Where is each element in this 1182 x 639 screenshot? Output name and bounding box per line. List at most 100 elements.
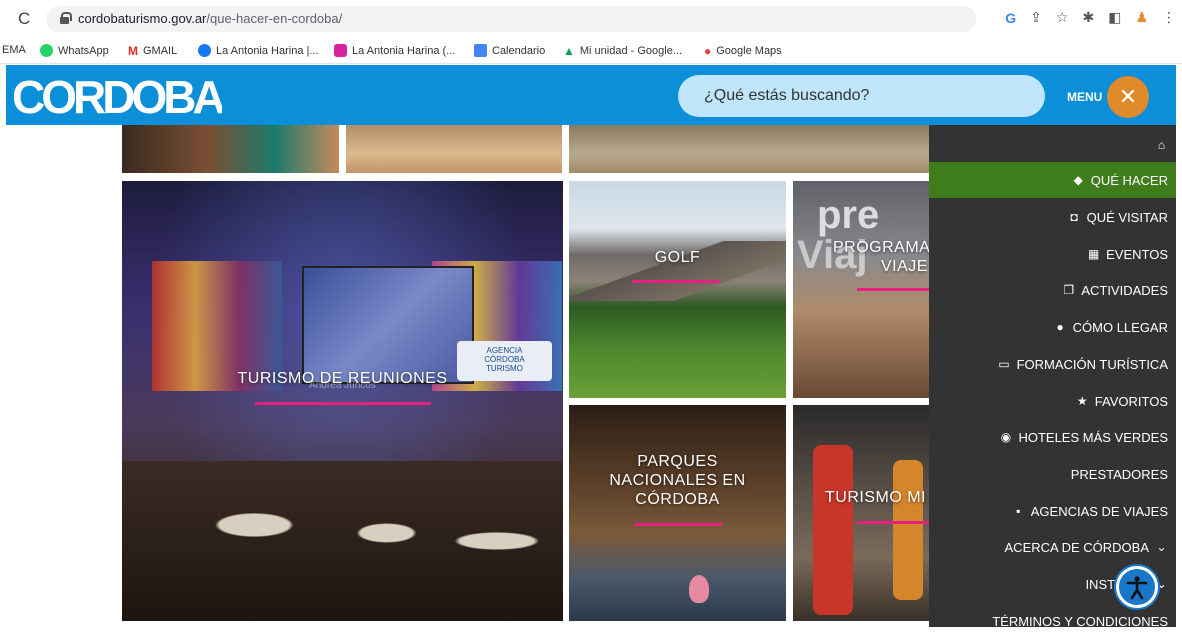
reload-icon[interactable]: C: [18, 9, 30, 29]
tile-title-line: CÓRDOBA: [635, 491, 720, 508]
tag-icon: ◆: [1073, 173, 1083, 187]
calendar-icon: ▦: [1087, 247, 1100, 261]
tile-programa-viaje[interactable]: pre Viaj PROGRAMA VIAJE: [793, 181, 929, 398]
instagram-icon: [334, 44, 347, 57]
tile-subtitle: Andrea Juncos: [309, 380, 376, 391]
tile-underline: [857, 288, 929, 291]
close-menu-button[interactable]: ✕: [1107, 76, 1149, 118]
profile-icon[interactable]: ♟: [1135, 9, 1148, 26]
tile-underline: [634, 523, 722, 526]
tile-title-line: PARQUES: [637, 453, 718, 470]
side-menu: ⌂ ◆ QUÉ HACER ◘ QUÉ VISITAR ▦ EVENTOS ❐ …: [929, 125, 1176, 629]
site-header: CORDOBA MENU ✕: [6, 65, 1176, 125]
menu-item-actividades[interactable]: ❐ ACTIVIDADES: [929, 272, 1176, 308]
address-bar[interactable]: cordobaturismo.gov.ar/que-hacer-en-cordo…: [46, 6, 976, 32]
tile-golf[interactable]: GOLF: [569, 181, 786, 398]
tile-bg-text: pre: [817, 193, 880, 237]
bookmark-ema[interactable]: EMA: [2, 44, 26, 56]
url-domain: cordobaturismo.gov.ar: [78, 11, 207, 26]
calendar-icon: [474, 44, 487, 57]
url-path: /que-hacer-en-cordoba/: [206, 11, 343, 26]
person-image: [813, 445, 853, 615]
bookmark-label: Mi unidad - Google...: [579, 45, 683, 57]
accessibility-icon: [1126, 576, 1148, 600]
bookmark-label: Google Maps: [716, 45, 782, 57]
menu-label[interactable]: MENU: [1067, 90, 1102, 104]
bookmark-label: GMAIL: [143, 45, 178, 57]
bookmark-calendario[interactable]: Calendario: [474, 44, 545, 57]
menu-item-que-visitar[interactable]: ◘ QUÉ VISITAR: [929, 199, 1176, 235]
cordoba-logo[interactable]: CORDOBA: [12, 71, 222, 119]
logo-text: CORDOBA: [12, 71, 222, 119]
tile-parques-nacionales[interactable]: PARQUES NACIONALES EN CÓRDOBA: [569, 405, 786, 621]
lock-icon[interactable]: [60, 12, 72, 24]
tile-title-line: VIAJE: [881, 258, 928, 275]
menu-item-prestadores[interactable]: PRESTADORES: [929, 456, 1176, 492]
share-icon[interactable]: ⇪: [1030, 9, 1042, 26]
flamingo-image: [689, 575, 709, 603]
whatsapp-icon: [40, 44, 53, 57]
google-maps-icon: ●: [704, 44, 712, 58]
google-lens-icon[interactable]: G: [1005, 10, 1016, 26]
menu-item-que-hacer[interactable]: ◆ QUÉ HACER: [929, 162, 1176, 198]
tile-image-partial[interactable]: [122, 125, 339, 173]
presentation-icon: ▭: [998, 357, 1010, 371]
menu-item-como-llegar[interactable]: ● CÓMO LLEGAR: [929, 309, 1176, 345]
bookmark-label: La Antonia Harina |...: [216, 44, 319, 57]
bookmark-gmail[interactable]: M GMAIL: [128, 44, 177, 58]
bookmark-label: WhatsApp: [58, 44, 109, 57]
bookmark-star-icon[interactable]: ☆: [1056, 9, 1069, 26]
tile-turismo-minero[interactable]: TURISMO MI: [793, 405, 929, 621]
tile-underline: [857, 521, 929, 524]
bookmark-maps[interactable]: ● Google Maps: [704, 44, 782, 58]
menu-item-label: QUÉ HACER: [1090, 172, 1168, 188]
menu-item-home[interactable]: ⌂: [929, 127, 1176, 163]
menu-item-eventos[interactable]: ▦ EVENTOS: [929, 236, 1176, 272]
menu-item-label: AGENCIAS DE VIAJES: [1030, 503, 1168, 519]
menu-item-terminos[interactable]: TÉRMINOS Y CONDICIONES: [929, 603, 1176, 639]
accessibility-button[interactable]: [1116, 566, 1158, 608]
tile-turismo-de-reuniones[interactable]: AGENCIA CÓRDOBA TURISMO TURISMO DE REUNI…: [122, 181, 563, 621]
close-icon: ✕: [1118, 84, 1138, 109]
menu-item-formacion-turistica[interactable]: ▭ FORMACIÓN TURÍSTICA: [929, 346, 1176, 382]
tile-image-partial[interactable]: [346, 125, 562, 173]
browser-toolbar: C cordobaturismo.gov.ar/que-hacer-en-cor…: [0, 0, 1182, 38]
bookmark-facebook[interactable]: La Antonia Harina |...: [198, 44, 319, 57]
menu-item-label: FORMACIÓN TURÍSTICA: [1016, 356, 1168, 372]
menu-item-label: EVENTOS: [1106, 246, 1168, 262]
tile-image-partial[interactable]: [569, 125, 929, 173]
menu-item-hoteles-mas-verdes[interactable]: ◉ HOTELES MÁS VERDES: [929, 419, 1176, 455]
bookmark-label: Calendario: [492, 44, 546, 57]
menu-item-label: FAVORITOS: [1094, 393, 1168, 409]
search-input[interactable]: [678, 75, 1045, 117]
globe-icon: ◉: [1000, 430, 1012, 444]
audience-image: [122, 461, 563, 621]
tile-title: TURISMO MI: [825, 489, 926, 506]
bookmark-instagram[interactable]: La Antonia Harina (...: [334, 44, 455, 57]
chevron-down-icon: ⌄: [1156, 540, 1167, 554]
extensions-icon[interactable]: ✱: [1082, 9, 1094, 26]
tile-title-line: PROGRAMA: [833, 239, 929, 256]
menu-item-agencias-de-viajes[interactable]: ▪ AGENCIAS DE VIAJES: [929, 493, 1176, 529]
gmail-icon: M: [128, 44, 138, 58]
menu-item-favoritos[interactable]: ★ FAVORITOS: [929, 383, 1176, 419]
tile-title: GOLF: [654, 249, 701, 266]
facebook-icon: [198, 44, 211, 57]
bookmark-whatsapp[interactable]: WhatsApp: [40, 44, 109, 57]
bookmark-drive[interactable]: ▲ Mi unidad - Google...: [563, 44, 682, 58]
map-pin-icon: ●: [1056, 320, 1064, 334]
menu-item-acerca-de-cordoba[interactable]: ACERCA DE CÓRDOBA ⌄: [929, 529, 1176, 565]
menu-item-label: PRESTADORES: [1070, 466, 1168, 482]
grid-icon: ▪: [1016, 504, 1021, 518]
google-drive-icon: ▲: [563, 44, 575, 58]
side-panel-icon[interactable]: ◧: [1108, 9, 1121, 26]
activities-icon: ❐: [1063, 283, 1075, 297]
more-menu-icon[interactable]: ⋮: [1162, 9, 1176, 26]
bookmark-label: EMA: [2, 44, 26, 56]
tile-underline: [632, 280, 720, 283]
menu-item-label: ACERCA DE CÓRDOBA: [1004, 539, 1149, 555]
bookmarks-bar: EMA WhatsApp M GMAIL La Antonia Harina |…: [0, 38, 1182, 64]
url-text[interactable]: cordobaturismo.gov.ar/que-hacer-en-cordo…: [78, 11, 342, 26]
bookmark-label: La Antonia Harina (...: [352, 44, 456, 57]
menu-item-label: ACTIVIDADES: [1081, 282, 1168, 298]
